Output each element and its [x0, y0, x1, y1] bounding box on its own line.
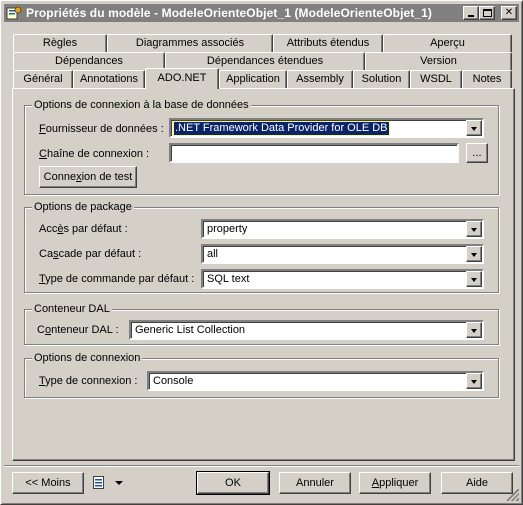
label-text: cade par défaut :: [58, 248, 142, 260]
default-cascade-value: all: [207, 248, 219, 260]
dropdown-button[interactable]: [466, 221, 482, 237]
tab-attributs-etendus[interactable]: Attributs étendus: [273, 34, 383, 52]
label-text: haîne de connexion :: [46, 148, 150, 160]
help-button[interactable]: Aide: [441, 472, 513, 494]
tab-solution[interactable]: Solution: [353, 70, 410, 88]
chevron-down-icon: [471, 380, 477, 384]
tab-dependances[interactable]: Dépendances: [13, 52, 165, 70]
properties-menu-button[interactable]: [90, 472, 126, 494]
tab-assembly[interactable]: Assembly: [287, 70, 353, 88]
tab-apercu[interactable]: Aperçu: [383, 34, 512, 52]
model-icon: [6, 6, 22, 20]
label-text: Ca: [39, 248, 54, 260]
accelerator: F: [39, 123, 46, 135]
window-title: Propriétés du modèle - ModeleOrienteObje…: [26, 6, 433, 20]
label-text: ype de commande par défaut :: [45, 273, 195, 285]
label-text: ype de connexion :: [45, 375, 138, 387]
chevron-down-icon: [471, 329, 477, 333]
default-command-type-label: Type de commande par défaut :: [39, 272, 194, 286]
close-icon: ✕: [504, 7, 514, 18]
group-title: Options de connexion à la base de donnée…: [32, 99, 251, 111]
label-text: ppliquer: [379, 477, 419, 489]
tab-general[interactable]: Général: [13, 70, 73, 88]
provider-value: .NET Framework Data Provider for OLE DB: [173, 121, 390, 136]
label-text: Conne: [43, 171, 77, 183]
list-properties-icon: [93, 476, 104, 489]
label-text: ournisseur de données :: [45, 123, 164, 135]
label-text: Acc: [39, 223, 58, 235]
connection-type-label: Type de connexion :: [39, 374, 137, 388]
dropdown-button[interactable]: [466, 322, 482, 338]
dropdown-button[interactable]: [466, 120, 482, 136]
provider-select[interactable]: .NET Framework Data Provider for OLE DB: [169, 118, 484, 138]
default-command-type-select[interactable]: SQL text: [201, 269, 484, 289]
apply-button[interactable]: Appliquer: [359, 472, 431, 494]
tab-regles[interactable]: Règles: [13, 34, 107, 52]
label-text: s par défaut :: [63, 223, 128, 235]
dal-container-value: Generic List Collection: [135, 324, 246, 336]
minimize-icon: [468, 15, 474, 17]
label-text: nteneur DAL :: [51, 324, 119, 336]
dal-container-label: Conteneur DAL :: [37, 323, 119, 337]
tab-version[interactable]: Version: [365, 52, 512, 70]
group-title: Options de connexion: [32, 352, 143, 364]
connection-string-input[interactable]: [169, 143, 459, 163]
ok-button[interactable]: OK: [196, 471, 270, 495]
default-cascade-select[interactable]: all: [201, 244, 484, 264]
accelerator: A: [371, 477, 380, 489]
group-title: Options de package: [32, 201, 134, 213]
default-access-select[interactable]: property: [201, 219, 484, 239]
default-access-value: property: [207, 223, 248, 235]
dropdown-button[interactable]: [466, 271, 482, 287]
test-connection-button[interactable]: Conne x ion de test: [39, 166, 137, 188]
label-text: C: [37, 324, 45, 336]
group-title: Conteneur DAL: [32, 303, 112, 315]
dropdown-button[interactable]: [466, 373, 482, 389]
close-button[interactable]: ✕: [501, 6, 517, 20]
less-button[interactable]: << Moins: [12, 472, 84, 494]
connection-string-label: Chaîne de connexion :: [39, 147, 149, 161]
connection-type-select[interactable]: Console: [147, 371, 484, 391]
dropdown-button[interactable]: [466, 246, 482, 262]
browse-button[interactable]: ...: [466, 143, 488, 163]
chevron-down-icon: [471, 228, 477, 232]
tab-application[interactable]: Application: [219, 70, 287, 88]
resize-grip[interactable]: [507, 489, 519, 501]
properties-dialog: Propriétés du modèle - ModeleOrienteObje…: [0, 0, 523, 505]
label-text: ion de test: [81, 171, 133, 183]
provider-label: Fournisseur de données :: [39, 122, 164, 136]
tab-diagrammes-associes[interactable]: Diagrammes associés: [107, 34, 273, 52]
accelerator: C: [39, 148, 47, 160]
chevron-down-icon: [471, 253, 477, 257]
maximize-icon: [482, 9, 492, 17]
tab-ado-net[interactable]: ADO.NET: [145, 68, 219, 89]
chevron-down-icon: [471, 127, 477, 131]
footer-separator: [4, 465, 519, 467]
default-command-type-value: SQL text: [207, 273, 250, 285]
tab-notes[interactable]: Notes: [462, 70, 512, 88]
connection-type-value: Console: [153, 375, 194, 387]
dal-container-select[interactable]: Generic List Collection: [129, 320, 484, 340]
minimize-button[interactable]: [463, 6, 479, 20]
chevron-down-icon: [115, 481, 123, 485]
default-cascade-label: Cascade par défaut :: [39, 247, 141, 261]
cancel-button[interactable]: Annuler: [279, 472, 351, 494]
maximize-button[interactable]: [479, 6, 495, 20]
default-access-label: Accès par défaut :: [39, 222, 128, 236]
title-bar[interactable]: Propriétés du modèle - ModeleOrienteObje…: [4, 4, 519, 22]
tab-annotations[interactable]: Annotations: [73, 70, 145, 88]
chevron-down-icon: [471, 278, 477, 282]
tab-wsdl[interactable]: WSDL: [410, 70, 462, 88]
